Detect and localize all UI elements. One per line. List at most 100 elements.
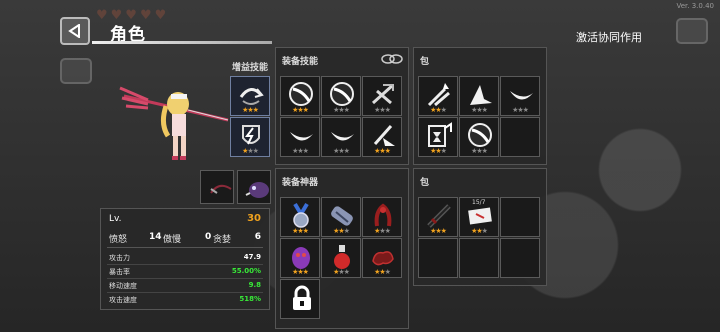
slash-orb-icon (330, 82, 354, 106)
bandage-icon (331, 206, 353, 226)
equipped-skill-slot[interactable]: ★★★ (362, 117, 402, 157)
star-icon: ★ (302, 268, 309, 276)
star-icon: ★ (384, 227, 391, 235)
star-icon: ★ (440, 147, 447, 155)
character-sprite (119, 86, 229, 160)
equipped-artifact-slot[interactable]: ★★★ (280, 238, 320, 278)
equipped-artifact-slot[interactable] (280, 279, 320, 319)
star-icon: ★ (252, 147, 259, 155)
bag-skill-slot[interactable]: ★★★ (459, 117, 499, 157)
star-rating: ★★★ (322, 268, 360, 276)
back-arrow-icon (68, 24, 80, 38)
greed-value: 6 (254, 232, 261, 242)
activate-synergy-button[interactable]: 激活协同作用 (576, 29, 642, 45)
purple-egg-icon (292, 247, 310, 269)
stats-divider (107, 247, 263, 248)
character-equipment-slot[interactable] (237, 170, 271, 204)
equipped-artifact-slot[interactable]: ★★★ (362, 197, 402, 237)
stat-row: 攻击速度 518% (109, 295, 261, 305)
star-rating: ★★★ (281, 106, 319, 114)
side-button[interactable] (60, 58, 92, 84)
lightning-shield-icon (242, 125, 260, 145)
equipped-artifact-slot[interactable]: ★★★ (321, 238, 361, 278)
star-rating: ★★★ (281, 268, 319, 276)
back-button[interactable] (60, 17, 90, 45)
bag-skill-slot[interactable]: ★★★ (459, 76, 499, 116)
star-rating: ★★★ (460, 147, 498, 155)
stat-value: 47.9 (243, 253, 261, 261)
anger-label: 愤怒 (109, 235, 128, 245)
stat-value: 55.00% (231, 267, 261, 275)
star-icon: ★ (343, 106, 350, 114)
sword-spark-icon (373, 125, 395, 146)
star-rating: ★★★ (363, 227, 401, 235)
equipped-artifacts-title: 装备神器 (282, 178, 319, 188)
rising-sparks-icon (427, 83, 450, 107)
star-rating: ★★★ (322, 147, 360, 155)
equipped-skill-slot[interactable]: ★★★ (321, 117, 361, 157)
stat-divider (107, 278, 263, 279)
level-label: Lv. (109, 214, 122, 224)
star-rating: ★★★ (419, 106, 457, 114)
equipped-artifact-slot[interactable]: ★★★ (362, 238, 402, 278)
character-equipment-slot[interactable] (200, 170, 234, 204)
anger-value: 14 (149, 232, 162, 242)
synergy-link-icon[interactable] (380, 53, 404, 65)
lock-icon (293, 285, 311, 310)
boost-skill-slot[interactable]: ★★★ (230, 117, 270, 157)
equipped-skill-slot[interactable]: ★★★ (280, 117, 320, 157)
stat-value: 518% (239, 295, 261, 303)
star-rating: ★★★ (501, 106, 539, 114)
star-icon: ★ (252, 106, 259, 114)
dark-sword-icon (427, 204, 451, 228)
stat-row: 暴击率 55.00% (109, 267, 261, 277)
star-rating: ★★★ (419, 227, 457, 235)
boost-skill-label: 增益技能 (232, 63, 269, 73)
hourglass-up-icon (428, 122, 452, 147)
equipped-artifact-slot[interactable]: ★★★ (280, 197, 320, 237)
crescent-icon (331, 132, 354, 141)
equipped-skill-slot[interactable]: ★★★ (280, 76, 320, 116)
star-rating: ★★★ (363, 147, 401, 155)
star-icon: ★ (302, 147, 309, 155)
star-rating: ★★★ (419, 147, 457, 155)
bag-skill-slot[interactable]: ★★★ (418, 76, 458, 116)
star-icon: ★ (384, 147, 391, 155)
stat-label: 攻击速度 (109, 296, 137, 304)
bag-artifact-slot[interactable] (500, 238, 540, 278)
slash-orb-icon (289, 82, 313, 106)
star-rating: ★★★ (363, 106, 401, 114)
bag-skill-slot[interactable] (500, 117, 540, 157)
boost-skill-slot[interactable]: ★★★ (230, 76, 270, 116)
equipped-artifact-slot[interactable]: ★★★ (321, 197, 361, 237)
artifacts-bag-title: 包 (420, 178, 430, 188)
star-rating: ★★★ (281, 147, 319, 155)
arrogance-label: 傲慢 (163, 235, 182, 245)
bag-artifact-slot[interactable] (500, 197, 540, 237)
medal-icon (293, 202, 309, 228)
crescent-icon (510, 91, 533, 100)
version-label: Ver. 3.0.40 (676, 2, 714, 10)
arrogance-value: 0 (205, 232, 212, 242)
bag-artifact-slot[interactable]: ★★★ (418, 197, 458, 237)
stat-divider (107, 292, 263, 293)
stat-label: 暴击率 (109, 268, 130, 276)
star-icon: ★ (522, 106, 529, 114)
stat-label: 移动速度 (109, 282, 137, 290)
equipped-skill-slot[interactable]: ★★★ (362, 76, 402, 116)
swirl-icon (239, 88, 264, 105)
whip-icon (210, 184, 232, 194)
skills-bag-title: 包 (420, 57, 430, 67)
bag-skill-slot[interactable]: ★★★ (418, 117, 458, 157)
boar-icon (245, 182, 269, 198)
item-count-badge: 15/7 (472, 199, 486, 206)
bag-artifact-slot[interactable] (459, 238, 499, 278)
bag-skill-slot[interactable]: ★★★ (500, 76, 540, 116)
star-icon: ★ (481, 227, 488, 235)
stat-row: 攻击力 47.9 (109, 253, 261, 263)
menu-button[interactable] (676, 18, 708, 44)
equipped-skill-slot[interactable]: ★★★ (321, 76, 361, 116)
bag-artifact-slot[interactable] (418, 238, 458, 278)
bag-artifact-slot[interactable]: ★★★ 15/7 (459, 197, 499, 237)
star-icon: ★ (440, 227, 447, 235)
